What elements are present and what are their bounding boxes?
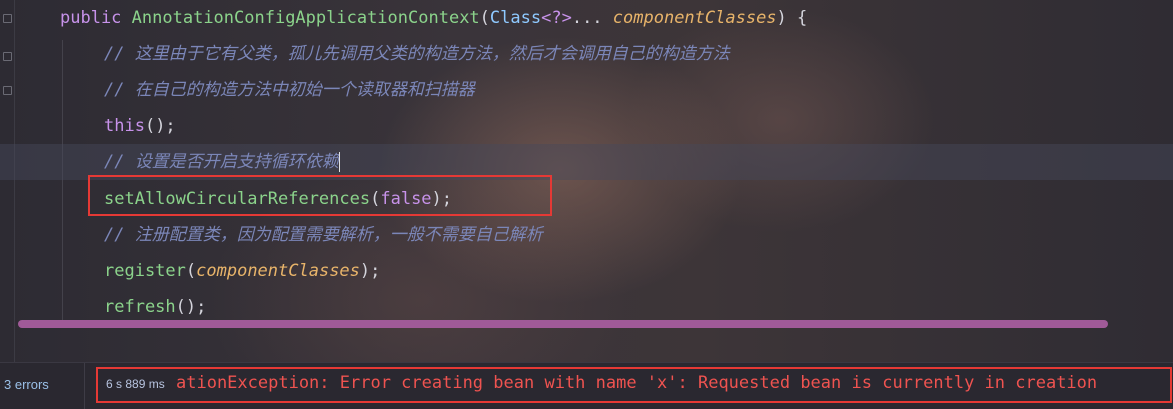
text-caret (338, 152, 340, 172)
highlight-box-set-circular (88, 175, 552, 216)
errors-count[interactable]: 3 errors (4, 377, 49, 392)
scrollbar-thumb[interactable] (18, 320, 1108, 328)
code-comment: // 这里由于它有父类，孤儿先调用父类的构造方法，然后才会调用自己的构造方法 (104, 44, 730, 64)
code-line-signature: public AnnotationConfigApplicationContex… (60, 8, 808, 28)
code-comment: // 在自己的构造方法中初始一个读取器和扫描器 (104, 80, 475, 100)
fold-marker-icon[interactable] (3, 14, 12, 23)
indent-guide (62, 40, 63, 320)
code-comment: // 注册配置类，因为配置需要解析，一般不需要自己解析 (104, 225, 543, 245)
horizontal-scrollbar[interactable] (18, 320, 1173, 330)
statusbar-divider (84, 363, 85, 409)
code-line-this: this(); (104, 116, 176, 136)
editor-gutter (0, 0, 15, 362)
code-line-register: register(componentClasses); (104, 261, 381, 281)
highlight-box-console-error (96, 367, 1172, 403)
fold-marker-icon[interactable] (3, 52, 12, 61)
fold-marker-icon[interactable] (3, 86, 12, 95)
